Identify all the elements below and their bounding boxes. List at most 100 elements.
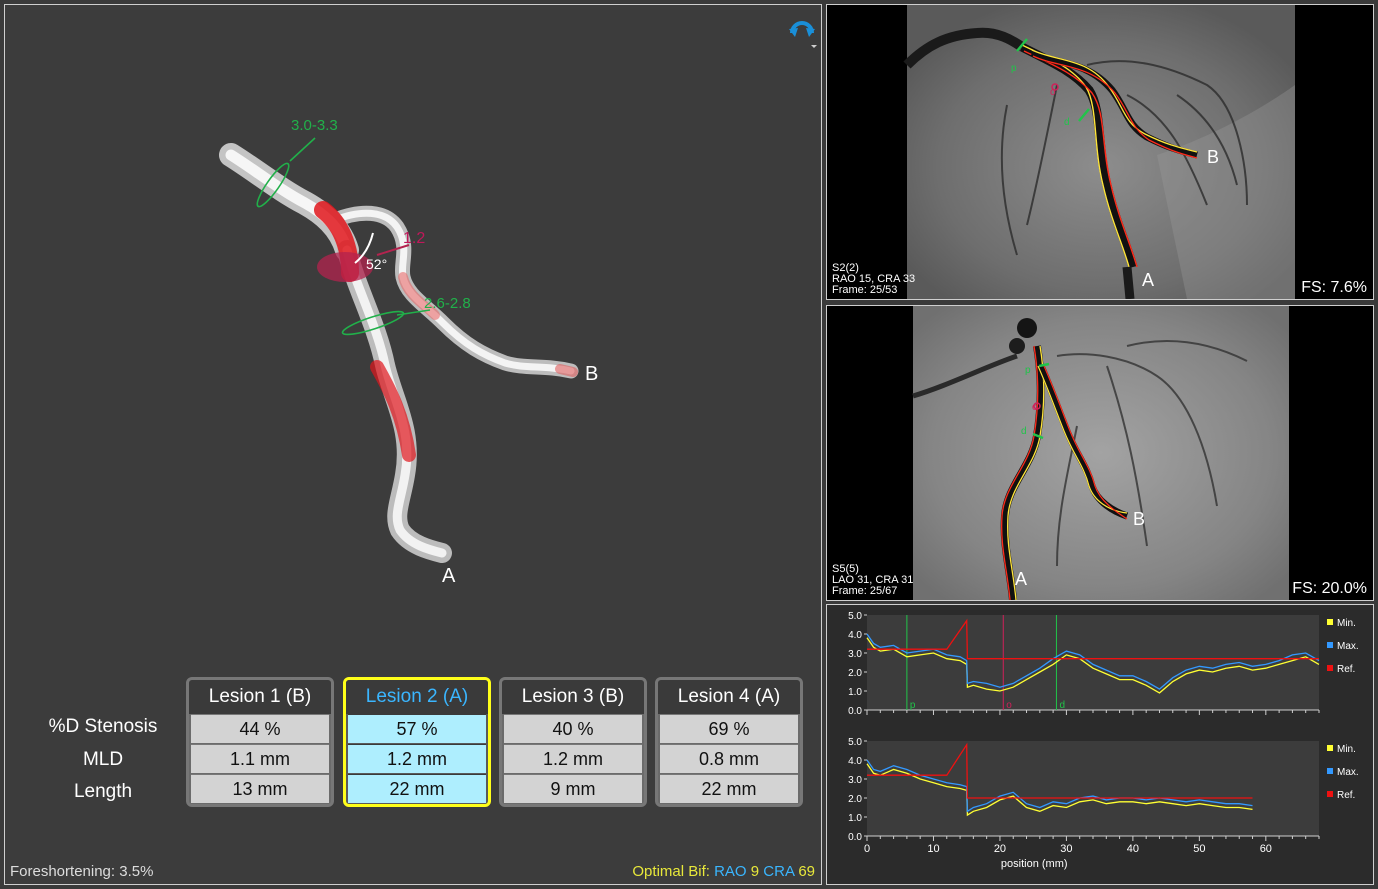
- legend-label: Ref.: [1337, 664, 1355, 675]
- optimal-bif-label: Optimal Bif:: [632, 863, 710, 880]
- position-marker-label-p: p: [910, 700, 916, 711]
- x-tick-label: 60: [1260, 843, 1272, 855]
- legend-label: Max.: [1337, 641, 1359, 652]
- legend-label: Ref.: [1337, 790, 1355, 801]
- row-label-stenosis: %D Stenosis: [48, 716, 158, 737]
- position-marker-label-o: o: [1006, 700, 1012, 711]
- y-tick-label: 4.0: [848, 756, 862, 767]
- optimal-bifurcation-status: Optimal Bif: RAO 9 CRA 69: [632, 863, 815, 880]
- angiogram-image-2: p o d A B: [912, 306, 1289, 600]
- lesion-title: Lesion 4 (A): [658, 680, 800, 714]
- legend-swatch: [1327, 745, 1333, 751]
- diameter-profile-chart: 5.0 4.0 3.0 2.0 1.0 0.0 p o d Min. Max. Ref. 5.0 4.0 3…: [848, 611, 1359, 870]
- legend-swatch: [1327, 791, 1333, 797]
- rotate-view-button[interactable]: [787, 15, 817, 49]
- y-tick-label: 2.0: [848, 794, 862, 805]
- lesion-mld-value: 0.8 mm: [660, 744, 798, 773]
- marker-o: o: [1032, 402, 1038, 413]
- row-label-mld: MLD: [82, 749, 124, 770]
- marker-p: p: [1011, 63, 1017, 74]
- legend-swatch: [1327, 768, 1333, 774]
- lesion-stenosis-value: 69 %: [660, 714, 798, 743]
- legend-label: Min.: [1337, 618, 1356, 629]
- lesion-card-1[interactable]: Lesion 1 (B) 44 % 1.1 mm 13 mm: [186, 677, 334, 807]
- bifurcation-angle-label: 52°: [366, 256, 388, 272]
- lesion-card-4[interactable]: Lesion 4 (A) 69 % 0.8 mm 22 mm: [655, 677, 803, 807]
- marker-o: o: [1050, 87, 1056, 98]
- lesion-summary-table: %D Stenosis MLD Length Lesion 1 (B) 44 %…: [5, 677, 823, 817]
- small-triangle-down-icon: [811, 45, 817, 48]
- angio-marker-b: B: [1207, 147, 1219, 167]
- y-tick-label: 0.0: [848, 706, 862, 717]
- x-tick-label: 40: [1127, 843, 1139, 855]
- legend-swatch: [1327, 619, 1333, 625]
- bifurcation-ellipse: [317, 252, 373, 282]
- legend-swatch: [1327, 642, 1333, 648]
- marker-d: d: [1064, 117, 1070, 128]
- lesion-title: Lesion 1 (B): [189, 680, 331, 714]
- angiogram-view-2[interactable]: p o d A B S5(5) LAO 31, CRA 31 Frame: 25…: [826, 305, 1374, 601]
- lesion-card-2[interactable]: Lesion 2 (A) 57 % 1.2 mm 22 mm: [343, 677, 491, 807]
- y-tick-label: 0.0: [848, 832, 862, 843]
- endpoint-a-label: A: [442, 565, 456, 587]
- distal-diameter-label: 2.6-2.8: [424, 295, 471, 312]
- proximal-diameter-label: 3.0-3.3: [291, 117, 338, 134]
- y-tick-label: 3.0: [848, 775, 862, 786]
- angio-view-2-fs: FS: 20.0%: [1292, 580, 1367, 597]
- y-tick-label: 4.0: [848, 630, 862, 641]
- legend-label: Max.: [1337, 767, 1359, 778]
- marker-d: d: [1021, 426, 1027, 437]
- position-marker-label-d: d: [1059, 700, 1065, 711]
- y-tick-label: 1.0: [848, 687, 862, 698]
- lesion-title: Lesion 2 (A): [346, 680, 488, 714]
- angio-view-2-info: S5(5) LAO 31, CRA 31 Frame: 25/67: [832, 563, 914, 597]
- lesion-stenosis-value: 40 %: [504, 714, 642, 743]
- lesion-length-value: 22 mm: [348, 774, 486, 803]
- chart-2-plot-area: [867, 741, 1319, 836]
- x-tick-label: 10: [927, 843, 939, 855]
- chart-1-plot-area: [867, 615, 1319, 710]
- angiogram-image-1: p o d A B: [903, 5, 1295, 299]
- lesion-length-value: 13 mm: [191, 774, 329, 803]
- y-tick-label: 5.0: [848, 737, 862, 748]
- rao-label: RAO: [714, 863, 747, 880]
- lesion-mld-value: 1.1 mm: [191, 744, 329, 773]
- rao-value: 9: [750, 863, 760, 880]
- angio-view-1-fs: FS: 7.6%: [1301, 279, 1367, 296]
- x-tick-label: 0: [864, 843, 870, 855]
- row-label-length: Length: [73, 781, 133, 802]
- lesion-length-value: 9 mm: [504, 774, 642, 803]
- vessel-3d-viewer[interactable]: 3.0-3.3 2.6-2.8 1.2 52° A B %D Stenosis …: [4, 4, 822, 885]
- cra-label: CRA: [763, 863, 795, 880]
- lesion-stenosis-value: 44 %: [191, 714, 329, 743]
- diameter-profile-graphs[interactable]: 5.0 4.0 3.0 2.0 1.0 0.0 p o d Min. Max. Ref. 5.0 4.0 3…: [826, 604, 1374, 885]
- y-tick-label: 1.0: [848, 813, 862, 824]
- lesion-length-value: 22 mm: [660, 774, 798, 803]
- angio-marker-b: B: [1133, 509, 1145, 529]
- x-tick-label: 50: [1193, 843, 1205, 855]
- x-axis-label: position (mm): [1001, 858, 1068, 870]
- legend-swatch: [1327, 665, 1333, 671]
- lesion-mld-value: 1.2 mm: [504, 744, 642, 773]
- angio-view-1-info: S2(2) RAO 15, CRA 33 Frame: 25/53: [832, 262, 916, 296]
- lesion-stenosis-value: 57 %: [348, 714, 486, 743]
- marker-p: p: [1025, 365, 1031, 376]
- vessel-3d-model[interactable]: [5, 5, 821, 665]
- x-tick-label: 30: [1060, 843, 1072, 855]
- lesion-mld-value: 1.2 mm: [348, 744, 486, 773]
- angio-marker-a: A: [1142, 270, 1154, 290]
- bifurcation-value-label: 1.2: [403, 230, 426, 247]
- legend-label: Min.: [1337, 744, 1356, 755]
- endpoint-b-label: B: [585, 363, 599, 385]
- x-tick-label: 20: [994, 843, 1006, 855]
- y-tick-label: 3.0: [848, 649, 862, 660]
- lesion-card-3[interactable]: Lesion 3 (B) 40 % 1.2 mm 9 mm: [499, 677, 647, 807]
- y-tick-label: 5.0: [848, 611, 862, 622]
- y-tick-label: 2.0: [848, 668, 862, 679]
- rotate-arrows-icon: [789, 21, 817, 48]
- foreshortening-status: Foreshortening: 3.5%: [10, 863, 154, 880]
- lesion-title: Lesion 3 (B): [502, 680, 644, 714]
- angio-marker-a: A: [1015, 569, 1027, 589]
- angiogram-view-1[interactable]: p o d A B S2(2) RAO 15, CRA 33 Frame: 25…: [826, 4, 1374, 300]
- cra-value: 69: [798, 863, 815, 880]
